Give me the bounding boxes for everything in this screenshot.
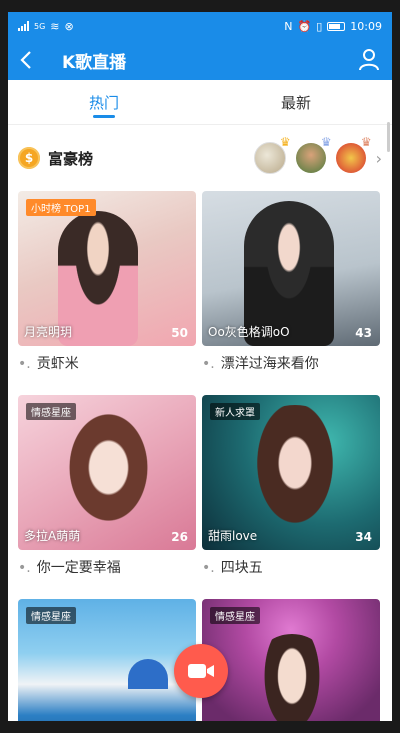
back-button[interactable] [20, 48, 40, 72]
live-room-card[interactable]: 小时榜 TOP1 月亮明玥 50 •. 贡虾米 [18, 191, 196, 372]
room-nickname: 月亮明玥 [24, 325, 73, 339]
room-cover: 情感星座 [18, 599, 196, 721]
scrollbar[interactable] [387, 122, 390, 152]
wifi-icon: ≋ [50, 19, 60, 33]
coin-icon: $ [18, 147, 40, 169]
room-cover: 小时榜 TOP1 月亮明玥 50 [18, 191, 196, 346]
room-nickname: 多拉A萌萌 [24, 529, 81, 543]
vibrate-icon: ▯ [316, 19, 323, 33]
room-cover: 情感星座 多拉A萌萌 26 [18, 395, 196, 550]
profile-button[interactable] [358, 48, 380, 72]
room-caption: •. 四块五 [202, 560, 263, 576]
rich-list-title: 富豪榜 [48, 149, 94, 168]
room-cover: 新人求罩 甜雨love 34 [202, 395, 380, 550]
chevron-right-icon[interactable]: › [376, 149, 382, 168]
live-room-card[interactable]: 情感星座 多拉A萌萌 26 •. 你一定要幸福 [18, 395, 196, 576]
user-icon [359, 49, 379, 71]
signal-icon [18, 21, 29, 31]
portrait-figure [252, 634, 332, 721]
video-camera-icon [188, 664, 214, 678]
battery-icon [327, 21, 346, 31]
room-badge: 新人求罩 [210, 403, 260, 420]
room-badge: 情感星座 [210, 607, 260, 624]
tab-bar: 热门 最新 [8, 80, 392, 125]
crown-icon: ♛ [279, 135, 291, 149]
avatar[interactable]: ♛ [253, 135, 291, 174]
song-dots: •. [202, 560, 215, 576]
room-cover: 情感星座 [202, 599, 380, 721]
room-badge: 小时榜 TOP1 [26, 199, 96, 216]
room-badge: 情感星座 [26, 403, 76, 420]
crown-icon: ♛ [320, 135, 332, 149]
crown-icon: ♛ [360, 135, 372, 149]
room-caption: •. 漂洋过海来看你 [202, 356, 319, 372]
tab-newest[interactable]: 最新 [200, 80, 392, 124]
live-room-card[interactable]: 情感星座 [202, 599, 380, 721]
avatar[interactable]: ♛ [335, 135, 372, 173]
notification-icon: ⊗ [64, 19, 74, 33]
viewer-count: 50 [171, 326, 188, 340]
avatar[interactable]: ♛ [295, 135, 332, 173]
viewer-count: 26 [171, 530, 188, 544]
room-nickname: Oo灰色格调oO [208, 325, 290, 339]
status-time: 10:09 [350, 19, 382, 33]
start-live-button[interactable] [174, 644, 228, 698]
tab-hot[interactable]: 热门 [8, 80, 200, 124]
song-dots: •. [18, 560, 31, 576]
chevron-left-icon [20, 51, 31, 69]
status-bar: 5G ≋ ⊗ N ⏰ ▯ 10:09 [8, 12, 392, 40]
song-dots: •. [202, 356, 215, 372]
song-dots: •. [18, 356, 31, 372]
live-room-grid: 小时榜 TOP1 月亮明玥 50 •. 贡虾米 Oo灰色格调oO 43 •. 漂洋过… [8, 191, 392, 721]
rich-list-row[interactable]: $ 富豪榜 ♛ ♛ ♛ › [8, 125, 392, 191]
room-nickname: 甜雨love [208, 529, 258, 543]
alarm-icon: ⏰ [297, 19, 312, 33]
viewer-count: 34 [355, 530, 372, 544]
network-label: 5G [34, 21, 46, 31]
dome-shape [128, 659, 168, 689]
app-screen: 5G ≋ ⊗ N ⏰ ▯ 10:09 K歌直播 热门 最新 $ 富豪榜 ♛ ♛ … [8, 12, 392, 721]
nfc-icon: N [284, 19, 293, 33]
header-bar: K歌直播 [8, 40, 392, 80]
live-room-card[interactable]: 情感星座 [18, 599, 196, 721]
rich-list-avatars: ♛ ♛ ♛ [253, 135, 372, 174]
viewer-count: 43 [355, 326, 372, 340]
room-caption: •. 贡虾米 [18, 356, 79, 372]
room-cover: Oo灰色格调oO 43 [202, 191, 380, 346]
live-room-card[interactable]: Oo灰色格调oO 43 •. 漂洋过海来看你 [202, 191, 380, 372]
page-title: K歌直播 [62, 52, 127, 73]
live-room-card[interactable]: 新人求罩 甜雨love 34 •. 四块五 [202, 395, 380, 576]
room-badge: 情感星座 [26, 607, 76, 624]
room-caption: •. 你一定要幸福 [18, 560, 121, 576]
